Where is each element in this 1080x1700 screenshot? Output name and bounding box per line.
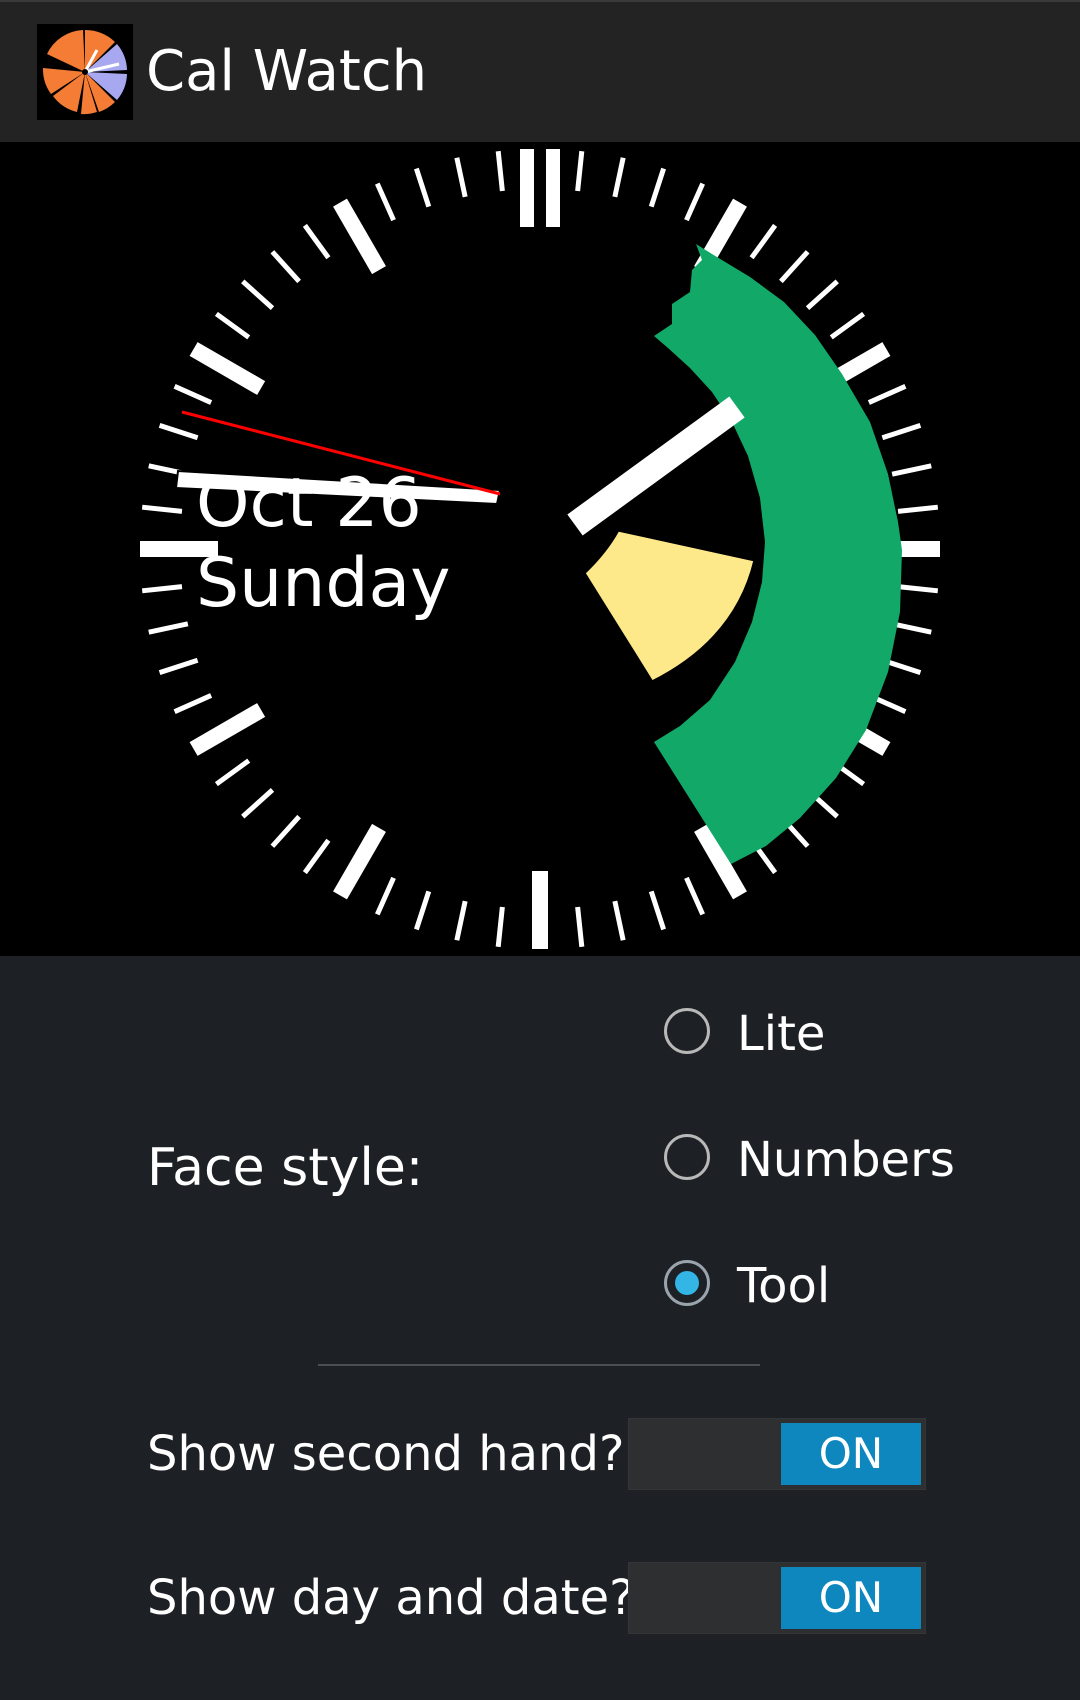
minute-tick xyxy=(829,311,866,340)
minute-tick xyxy=(648,167,666,208)
minute-tick xyxy=(612,900,626,941)
date-label: Oct 26 xyxy=(196,464,422,543)
minute-tick xyxy=(173,384,213,405)
minute-tick xyxy=(141,584,183,594)
minute-tick xyxy=(575,906,585,948)
hour-tick xyxy=(189,342,266,395)
divider xyxy=(318,1364,760,1366)
minute-tick xyxy=(495,906,505,948)
minute-tick xyxy=(684,182,705,222)
app-launcher-icon[interactable] xyxy=(37,24,133,120)
minute-tick xyxy=(302,838,331,875)
minute-tick xyxy=(158,657,199,675)
minute-tick xyxy=(897,504,939,514)
minute-tick xyxy=(414,167,432,208)
toggle-on-thumb[interactable]: ON xyxy=(781,1423,921,1485)
minute-tick xyxy=(158,423,199,441)
minute-tick xyxy=(375,182,396,222)
radio-numbers-label[interactable]: Numbers xyxy=(737,1128,955,1192)
radio-lite-label[interactable]: Lite xyxy=(737,1002,825,1066)
minute-tick xyxy=(805,279,839,310)
minute-tick xyxy=(495,150,505,192)
minute-tick xyxy=(302,223,331,260)
minute-tick xyxy=(648,890,666,931)
action-bar: Cal Watch xyxy=(0,0,1080,142)
face-style-label: Face style: xyxy=(147,1138,424,1198)
minute-tick xyxy=(270,814,301,848)
minute-tick xyxy=(612,157,626,198)
minute-tick xyxy=(779,250,810,284)
minute-tick xyxy=(891,621,932,635)
day-label: Sunday xyxy=(196,544,451,623)
radio-tool-label[interactable]: Tool xyxy=(737,1254,830,1318)
event-arc-yellow xyxy=(582,528,757,684)
minute-tick xyxy=(241,279,275,310)
minute-tick xyxy=(575,150,585,192)
minute-tick xyxy=(173,693,213,714)
minute-tick xyxy=(241,788,275,819)
radio-lite[interactable]: Lite xyxy=(660,1002,1020,1066)
radio-button-icon[interactable] xyxy=(664,1134,710,1180)
radio-button-checked-icon[interactable] xyxy=(664,1260,710,1306)
minute-tick xyxy=(141,504,183,514)
minute-tick xyxy=(375,876,396,916)
minute-tick xyxy=(684,876,705,916)
app-title: Cal Watch xyxy=(146,39,428,104)
minute-tick xyxy=(214,758,251,787)
show-second-hand-label: Show second hand? xyxy=(147,1426,625,1482)
radio-button-icon[interactable] xyxy=(664,1008,710,1054)
radio-numbers[interactable]: Numbers xyxy=(660,1128,1020,1192)
hour-tick xyxy=(333,198,386,275)
hour-tick xyxy=(333,823,386,900)
minute-tick xyxy=(414,890,432,931)
watch-face-preview: Oct 26 Sunday xyxy=(0,142,1080,956)
show-day-date-label: Show day and date? xyxy=(147,1570,635,1626)
show-day-date-toggle[interactable]: ON xyxy=(628,1562,926,1634)
minute-tick xyxy=(270,250,301,284)
minute-tick xyxy=(148,621,189,635)
minute-tick xyxy=(749,223,778,260)
minute-tick xyxy=(454,900,468,941)
minute-tick xyxy=(881,423,922,441)
hour-tick xyxy=(189,703,266,756)
watch-face xyxy=(140,149,940,949)
toggle-on-thumb[interactable]: ON xyxy=(781,1567,921,1629)
show-second-hand-toggle[interactable]: ON xyxy=(628,1418,926,1490)
minute-tick xyxy=(891,463,932,477)
minute-tick xyxy=(454,157,468,198)
minute-tick xyxy=(867,384,907,405)
minute-tick xyxy=(897,584,939,594)
minute-tick xyxy=(214,311,251,340)
radio-tool[interactable]: Tool xyxy=(660,1254,1020,1318)
